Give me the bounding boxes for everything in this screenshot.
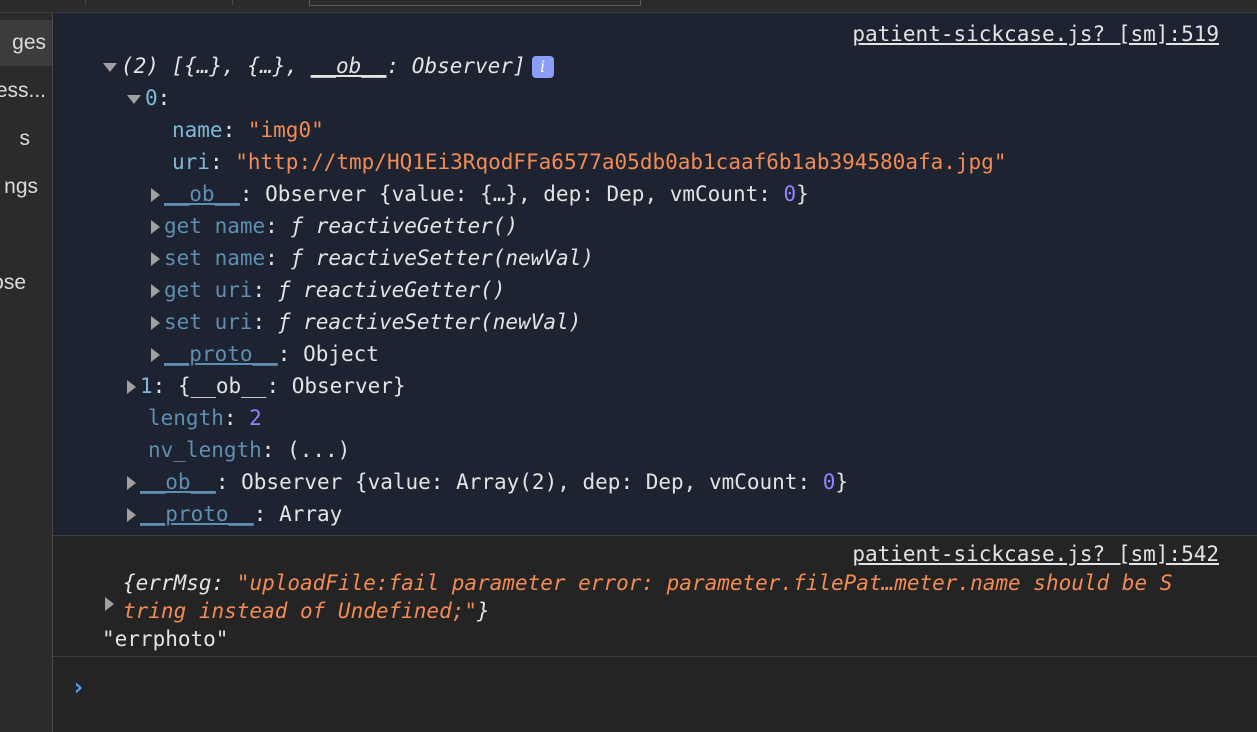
sidebar-item-messages[interactable]: ges [0,20,52,66]
source-link[interactable]: patient-sickcase.js? [sm]:542 [852,542,1219,566]
expand-arrow-icon[interactable] [105,597,114,611]
prompt-chevron-icon: › [71,673,86,701]
collapse-arrow-icon[interactable] [127,94,141,104]
toolbar-divider [232,0,233,5]
array-summary-row[interactable]: (2) [{…}, {…}, __ob__: Observer] i [103,52,554,80]
expand-arrow-icon[interactable] [127,508,136,522]
prop-set-name[interactable]: set name: ƒ reactiveSetter(newVal) [151,244,594,272]
expand-arrow-icon[interactable] [151,348,160,362]
prop-nv-length[interactable]: nv_length: (...) [148,436,350,464]
filter-input[interactable] [309,0,641,6]
console-output: patient-sickcase.js? [sm]:519 (2) [{…}, … [53,13,1257,732]
prop-proto[interactable]: __proto__: Object [151,340,379,368]
array-prop-proto[interactable]: __proto__: Array [127,500,342,528]
expand-arrow-icon[interactable] [151,252,160,266]
array-item-0[interactable]: 0: [127,84,170,112]
prop-get-uri[interactable]: get uri: ƒ reactiveGetter() [151,276,505,304]
top-toolbar [0,0,1257,13]
collapse-arrow-icon[interactable] [103,62,117,72]
prop-uri: uri: "http://tmp/HQ1Ei3RqodFFa6577a05db0… [172,150,1007,174]
error-object-line1[interactable]: {errMsg: "uploadFile:fail parameter erro… [123,569,1172,597]
sidebar-item-verbose[interactable]: ose [0,260,52,306]
array-item-1[interactable]: 1: {__ob__: Observer} [127,372,406,400]
sidebar-item-info[interactable]: ngs [0,164,52,210]
console-sidebar: ges ess... s ngs ose [0,13,53,732]
console-prompt[interactable]: › [53,657,1257,732]
expand-arrow-icon[interactable] [127,476,136,490]
expand-arrow-icon[interactable] [151,188,160,202]
expand-arrow-icon[interactable] [151,316,160,330]
prop-ob[interactable]: __ob__: Observer {value: {…}, dep: Dep, … [151,180,809,208]
array-prop-ob[interactable]: __ob__: Observer {value: Array(2), dep: … [127,468,848,496]
prop-set-uri[interactable]: set uri: ƒ reactiveSetter(newVal) [151,308,581,336]
console-message[interactable]: patient-sickcase.js? [sm]:542 {errMsg: "… [53,536,1257,657]
sidebar-item-warnings[interactable]: s [0,116,52,162]
expand-arrow-icon[interactable] [127,380,136,394]
source-link[interactable]: patient-sickcase.js? [sm]:519 [852,22,1219,46]
sidebar-item-errors[interactable]: ess... [0,68,52,114]
prop-length: length: 2 [148,406,262,430]
console-message-selected[interactable]: patient-sickcase.js? [sm]:519 (2) [{…}, … [53,13,1257,536]
toolbar-divider [85,0,86,5]
expand-arrow-icon[interactable] [151,284,160,298]
error-object-line2[interactable]: tring instead of Undefined;"} [123,597,490,625]
log-string-value: "errphoto" [102,627,229,651]
info-icon[interactable]: i [531,56,554,78]
expand-arrow-icon[interactable] [151,220,160,234]
prop-name: name: "img0" [172,118,324,142]
prop-get-name[interactable]: get name: ƒ reactiveGetter() [151,212,518,240]
